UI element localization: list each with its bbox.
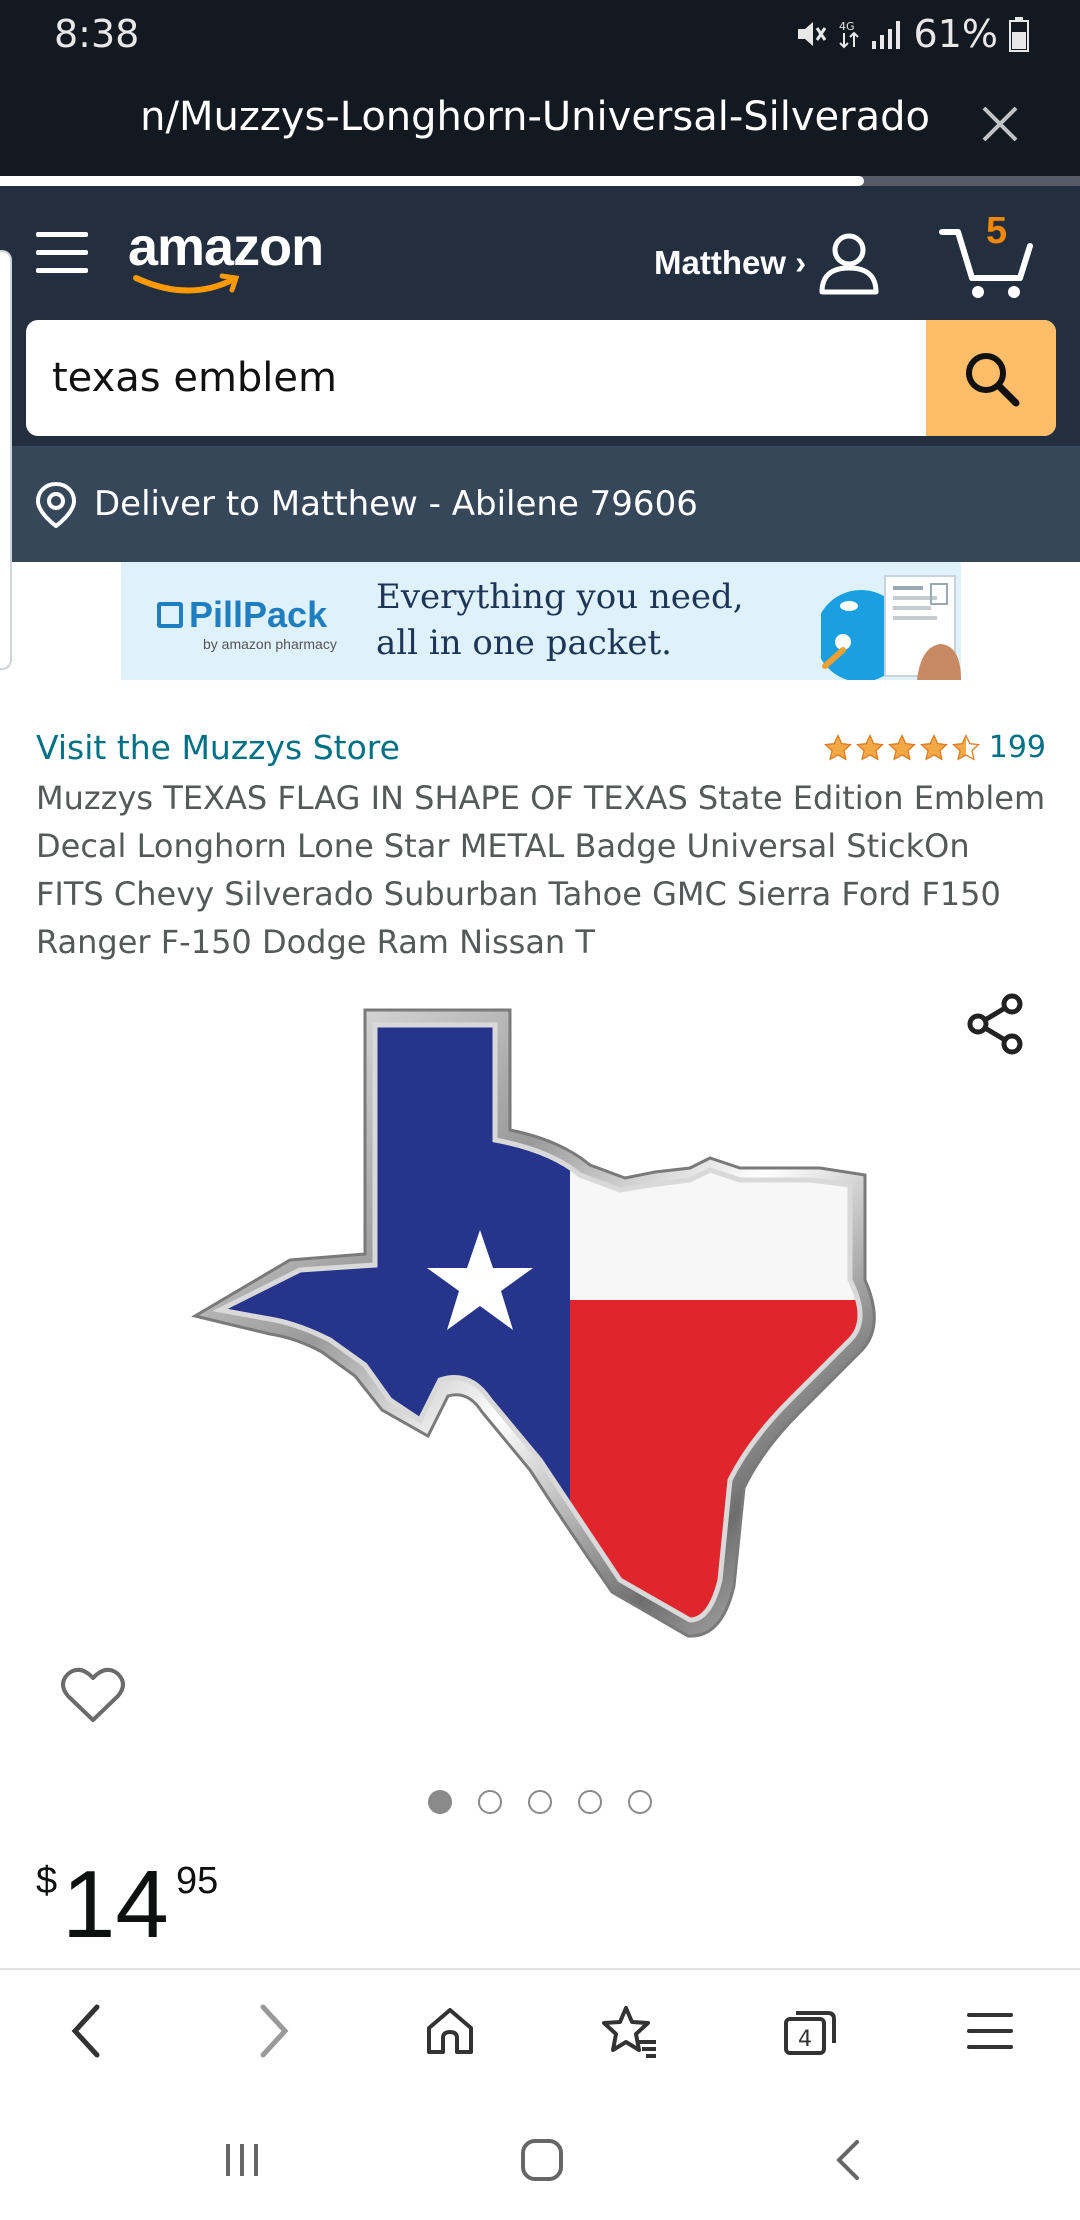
product-image[interactable]	[150, 980, 930, 1740]
carousel-dot[interactable]	[528, 1790, 552, 1814]
star-icon	[887, 733, 916, 761]
star-icon	[919, 733, 948, 761]
heart-icon[interactable]	[60, 1664, 126, 1726]
account-name: Matthew ›	[654, 244, 807, 281]
price-symbol: $	[36, 1860, 58, 1902]
product-title: Muzzys TEXAS FLAG IN SHAPE OF TEXAS Stat…	[36, 779, 1046, 961]
mute-icon	[797, 22, 826, 46]
search-input[interactable]	[26, 320, 926, 436]
tabs-count: 4	[798, 2027, 812, 2052]
menu-icon	[967, 2013, 1013, 2049]
signal-icon	[871, 21, 900, 49]
browser-menu-button[interactable]	[955, 1996, 1025, 2066]
recent-apps-icon	[226, 2144, 258, 2176]
url-bar[interactable]: n/Muzzys-Longhorn-Universal-Silverado-	[0, 64, 1080, 176]
search-box	[26, 320, 1056, 436]
status-bar: 8:38 4G 61%	[0, 0, 1080, 64]
visit-store-link[interactable]: Visit the Muzzys Store	[36, 728, 400, 767]
half-star-icon	[951, 733, 980, 761]
bookmarks-button[interactable]	[594, 1996, 664, 2066]
price-fraction: 95	[176, 1860, 219, 1902]
carousel-dot[interactable]	[428, 1790, 452, 1814]
back-button[interactable]	[52, 1996, 122, 2066]
amazon-logo-text: amazon	[128, 217, 324, 277]
back-system-icon	[836, 2140, 859, 2180]
url-text[interactable]: n/Muzzys-Longhorn-Universal-Silverado-	[140, 94, 930, 140]
location-icon	[35, 481, 77, 528]
deliver-to-text: Deliver to Matthew - Abilene 79606	[94, 484, 698, 524]
pillpack-box-icon	[157, 602, 183, 628]
pillpack-brand: PillPack	[189, 594, 328, 635]
system-navigation	[0, 2090, 1080, 2220]
account-link[interactable]: Matthew ›	[654, 230, 882, 296]
pillpack-ad-banner[interactable]: PillPack by amazon pharmacy Everything y…	[121, 562, 961, 680]
svg-text:4G: 4G	[839, 20, 855, 33]
browser-toolbar: 4	[0, 1970, 1080, 2090]
texas-flag	[220, 1025, 860, 1620]
page-load-progress-fill	[0, 176, 864, 186]
pillpack-logo: PillPack	[157, 594, 327, 636]
search-icon	[966, 353, 1020, 407]
tabs-button[interactable]: 4	[775, 1996, 845, 2066]
pillpack-brand-sub: by amazon pharmacy	[203, 636, 337, 652]
page-load-progress	[0, 176, 1080, 186]
carousel-dot[interactable]	[628, 1790, 652, 1814]
star-icon	[823, 733, 852, 761]
carousel-dot[interactable]	[478, 1790, 502, 1814]
back-system-button[interactable]	[818, 2130, 878, 2190]
rating[interactable]: 199	[823, 730, 1046, 765]
share-icon[interactable]	[964, 992, 1028, 1056]
bookmark-icon	[602, 2006, 656, 2058]
forward-icon	[260, 2004, 289, 2058]
amazon-header: amazon Matthew › 5	[0, 186, 1080, 446]
home-system-icon	[521, 2139, 563, 2181]
cart-button[interactable]: 5	[938, 210, 1038, 300]
home-system-button[interactable]	[512, 2130, 572, 2190]
carousel-dot[interactable]	[578, 1790, 602, 1814]
search-button[interactable]	[926, 320, 1056, 436]
battery-icon	[1009, 17, 1029, 52]
back-icon	[71, 2004, 100, 2058]
side-panel-handle[interactable]	[0, 250, 12, 670]
account-icon	[819, 233, 879, 295]
amazon-smile-icon	[133, 273, 240, 294]
home-button[interactable]	[415, 1996, 485, 2066]
image-carousel-dots	[428, 1790, 652, 1814]
rating-count: 199	[988, 730, 1046, 765]
amazon-logo[interactable]: amazon	[128, 216, 324, 294]
network-icon: 4G	[839, 20, 859, 49]
deliver-to-bar[interactable]: Deliver to Matthew - Abilene 79606	[0, 446, 1080, 562]
home-icon	[427, 2008, 473, 2054]
star-icon	[855, 733, 884, 761]
rating-stars	[823, 733, 981, 763]
hamburger-icon[interactable]	[36, 226, 90, 280]
forward-button[interactable]	[238, 1996, 308, 2066]
tabs-icon: 4	[784, 2011, 836, 2055]
recent-apps-button[interactable]	[212, 2130, 272, 2190]
ad-line-2: all in one packet.	[376, 623, 672, 663]
price-whole: 14	[62, 1851, 169, 1958]
cart-count: 5	[986, 210, 1008, 252]
battery-percent: 61%	[913, 12, 998, 56]
status-time: 8:38	[54, 12, 140, 56]
close-icon[interactable]	[980, 104, 1020, 144]
ad-headline: Everything you need, all in one packet.	[376, 574, 744, 666]
ad-line-1: Everything you need,	[376, 577, 744, 617]
ad-packet-image	[821, 575, 961, 680]
status-indicators: 4G 61%	[794, 12, 1030, 56]
